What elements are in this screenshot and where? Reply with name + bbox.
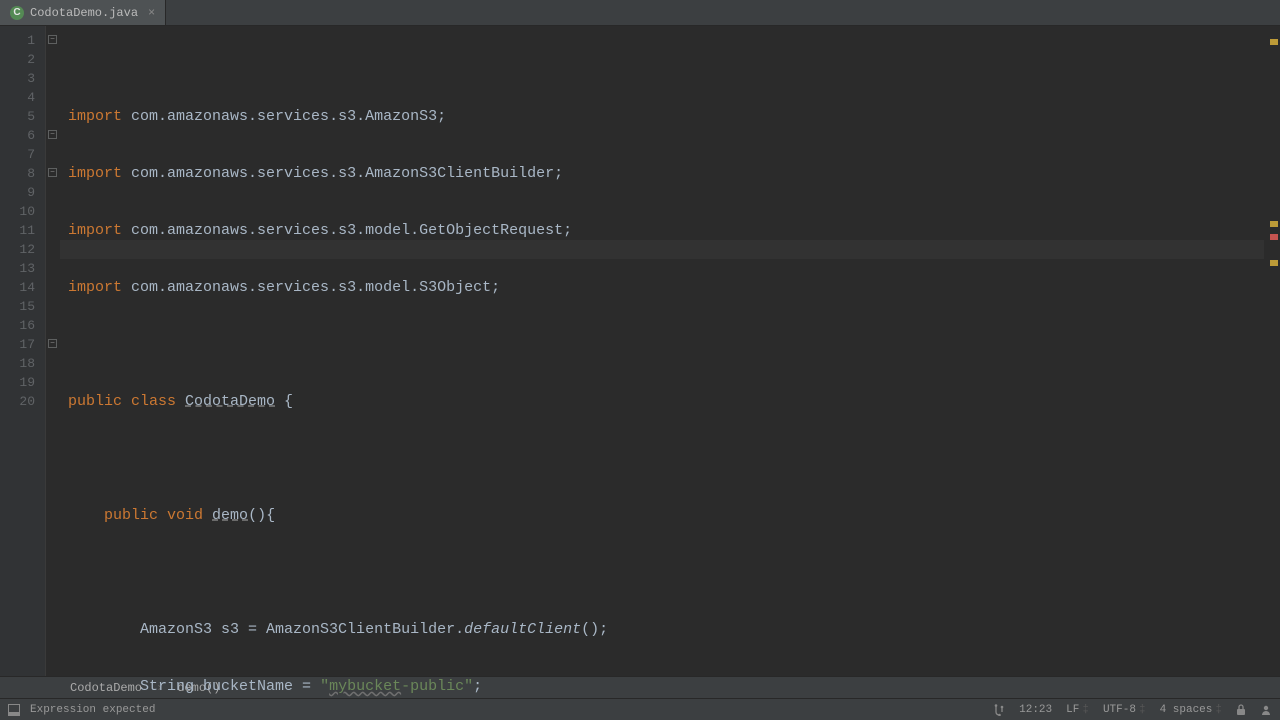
code-area[interactable]: import com.amazonaws.services.s3.AmazonS… (60, 26, 1280, 676)
fold-margin: − − − − (46, 26, 60, 676)
warn-marker[interactable] (1270, 39, 1278, 45)
tab-filename: CodotaDemo.java (30, 6, 138, 20)
fold-toggle[interactable]: − (48, 168, 57, 177)
tool-window-icon[interactable] (8, 704, 20, 716)
editor-tab[interactable]: C CodotaDemo.java × (0, 0, 166, 25)
fold-toggle[interactable]: − (48, 339, 57, 348)
java-class-icon: C (10, 6, 24, 20)
warn-marker[interactable] (1270, 260, 1278, 266)
error-stripe[interactable] (1268, 26, 1280, 676)
tab-bar: C CodotaDemo.java × (0, 0, 1280, 26)
line-number-gutter: 1234567891011121314151617181920 (0, 26, 46, 676)
close-icon[interactable]: × (148, 6, 155, 20)
fold-toggle[interactable]: − (48, 130, 57, 139)
warn-marker[interactable] (1270, 221, 1278, 227)
error-marker[interactable] (1270, 234, 1278, 240)
fold-toggle[interactable]: − (48, 35, 57, 44)
current-line-highlight (60, 240, 1264, 259)
code-editor[interactable]: 1234567891011121314151617181920 − − − − imp… (0, 26, 1280, 676)
